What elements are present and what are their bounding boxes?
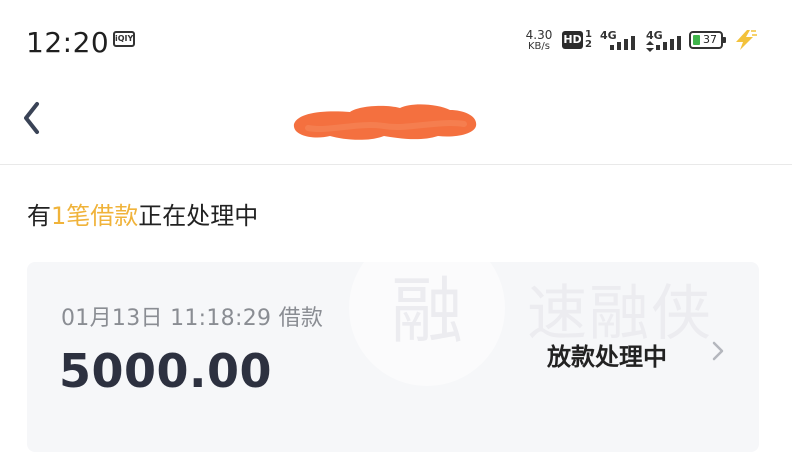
network-speed-unit: KB/s bbox=[528, 41, 550, 52]
notice-loan-count: 1笔借款 bbox=[51, 202, 139, 230]
sim-slot-2: 2 bbox=[585, 39, 592, 50]
loan-date-time: 01月13日 11:18:29 借款 bbox=[61, 306, 324, 331]
sim-slot-numbers: 1 2 bbox=[585, 30, 592, 50]
battery-tip bbox=[723, 37, 726, 43]
battery-icon: 37 bbox=[689, 31, 723, 49]
battery-fill bbox=[693, 35, 700, 45]
status-bar: 12:20 iQIY 4.30 KB/s HD 1 2 4G 4G 37 bbox=[0, 0, 792, 80]
chevron-right-icon[interactable] bbox=[711, 340, 725, 362]
iqiyi-icon: iQIY bbox=[113, 31, 135, 47]
battery-percent: 37 bbox=[703, 33, 717, 46]
loan-processing-notice: 有1笔借款正在处理中 bbox=[27, 196, 258, 231]
network-speed-value: 4.30 bbox=[525, 28, 553, 42]
loan-amount: 5000.00 bbox=[59, 344, 273, 398]
network-speed: 4.30 KB/s bbox=[522, 29, 556, 52]
redacted-title bbox=[293, 104, 477, 140]
status-time: 12:20 bbox=[26, 26, 110, 59]
loan-status: 放款处理中 bbox=[547, 343, 667, 371]
loan-card[interactable]: 融 速融侠 01月13日 11:18:29 借款 5000.00 放款处理中 bbox=[27, 262, 759, 452]
watermark-logo: 融 bbox=[391, 269, 463, 353]
notice-prefix: 有 bbox=[27, 202, 51, 230]
nav-bar bbox=[0, 80, 792, 165]
notice-suffix: 正在处理中 bbox=[138, 202, 259, 230]
lightning-bolt-icon bbox=[736, 30, 757, 50]
hd-voice-icon: HD bbox=[562, 31, 583, 49]
brand-watermark: 融 速融侠 bbox=[349, 262, 711, 386]
chevron-left-icon[interactable] bbox=[18, 98, 48, 138]
